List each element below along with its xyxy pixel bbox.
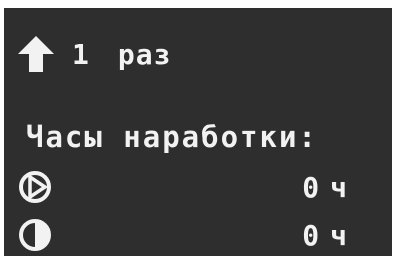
pump-1-hours-unit: ч — [330, 170, 348, 204]
pump-half-icon — [18, 218, 52, 252]
pump-1-hours-value: 0 — [302, 170, 321, 204]
display-screen: 1 раз Часы наработки: 0 ч 0 ч — [4, 8, 392, 256]
start-count-unit: раз — [117, 37, 172, 71]
pump-icon — [18, 170, 52, 204]
pump-2-hours-value: 0 — [302, 218, 321, 252]
pump-2-hours-unit: ч — [330, 218, 348, 252]
operating-hours-heading: Часы наработки: — [26, 120, 318, 154]
arrow-up-icon — [16, 34, 56, 74]
pump-1-hours: 0 ч — [302, 168, 348, 206]
pump-2-hours: 0 ч — [302, 216, 348, 254]
start-count-row: 1 раз — [16, 30, 171, 78]
pump-2-row: 0 ч — [18, 216, 348, 254]
pump-1-row: 0 ч — [18, 168, 348, 206]
start-count-value: 1 — [72, 37, 90, 71]
